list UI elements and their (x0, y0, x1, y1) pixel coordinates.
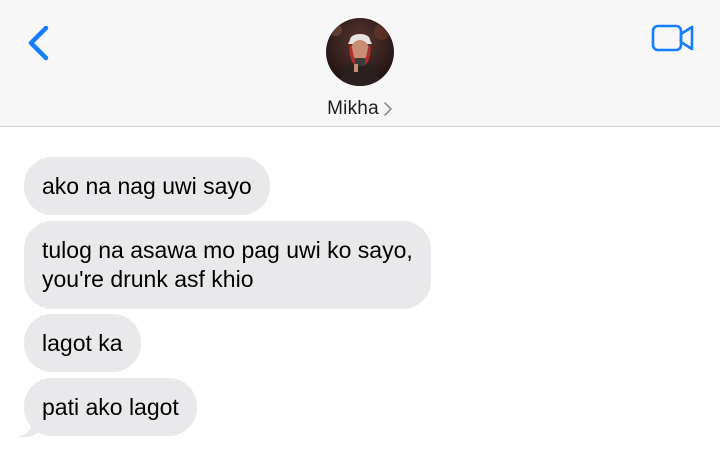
video-camera-icon (651, 24, 694, 52)
incoming-message[interactable]: ako na nag uwi sayo (24, 157, 270, 215)
chevron-right-icon (384, 102, 392, 116)
back-button[interactable] (22, 22, 56, 64)
contact-name-button[interactable]: Mikha (0, 96, 720, 122)
incoming-message[interactable]: tulog na asawa mo pag uwi ko sayo, you'r… (24, 221, 431, 309)
conversation-header: Mikha (0, 0, 720, 127)
contact-name: Mikha (327, 98, 379, 119)
message-thread: ako na nag uwi sayo tulog na asawa mo pa… (0, 127, 720, 456)
avatar-photo (326, 18, 394, 86)
contact-avatar[interactable] (326, 18, 394, 86)
chevron-left-icon (28, 25, 49, 61)
incoming-message[interactable]: lagot ka (24, 314, 141, 372)
facetime-video-button[interactable] (650, 22, 696, 54)
incoming-message[interactable]: pati ako lagot (24, 378, 197, 436)
